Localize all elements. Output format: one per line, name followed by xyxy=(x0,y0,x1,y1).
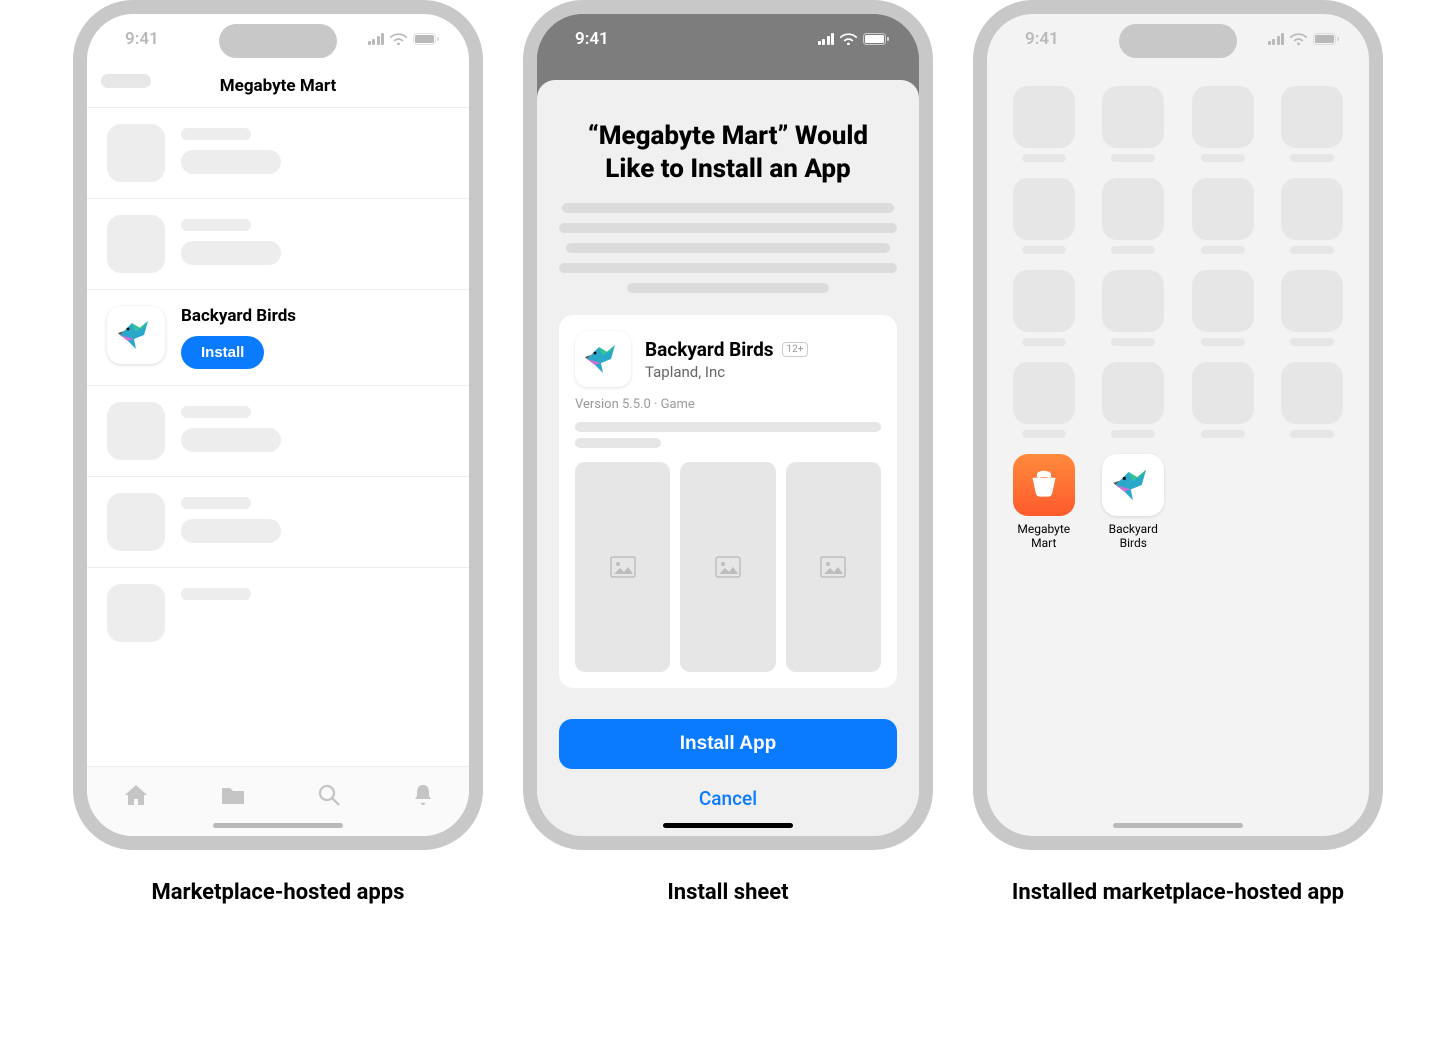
app-icon-placeholder xyxy=(107,493,165,551)
status-bar: 9:41 xyxy=(537,14,919,64)
app-placeholder[interactable] xyxy=(1274,178,1352,254)
app-label: Megabyte Mart xyxy=(1005,522,1083,551)
status-time: 9:41 xyxy=(575,29,609,49)
phone-marketplace: 9:41 Megabyte Mart xyxy=(73,0,483,850)
app-placeholder[interactable] xyxy=(1184,270,1262,346)
install-app-button[interactable]: Install App xyxy=(559,719,897,769)
home-screen-grid: Megabyte Mart Backyard Birds xyxy=(987,64,1369,551)
status-time: 9:41 xyxy=(125,29,159,49)
caption-install-sheet: Install sheet xyxy=(667,880,788,905)
home-indicator[interactable] xyxy=(213,823,343,828)
caption-installed: Installed marketplace-hosted app xyxy=(1012,880,1344,905)
app-placeholder[interactable] xyxy=(1095,178,1173,254)
backyard-birds-icon xyxy=(1102,454,1164,516)
app-icon-placeholder xyxy=(107,124,165,182)
age-rating-badge: 12+ xyxy=(782,342,809,357)
wifi-icon xyxy=(390,33,407,45)
screenshots-row[interactable] xyxy=(575,462,881,672)
page-title: Megabyte Mart xyxy=(220,76,336,96)
app-placeholder[interactable] xyxy=(1095,270,1173,346)
cellular-icon xyxy=(1268,33,1285,45)
phone-install-sheet: 9:41 “Megabyte Mart” Would Like to Insta… xyxy=(523,0,933,850)
tab-search-icon[interactable] xyxy=(317,783,341,811)
developer-label: Tapland, Inc xyxy=(645,363,808,381)
app-card: Backyard Birds 12+ Tapland, Inc Version … xyxy=(559,315,897,688)
version-category-label: Version 5.5.0 · Game xyxy=(575,397,881,412)
app-name-label: Backyard Birds xyxy=(181,306,449,326)
list-item[interactable] xyxy=(87,199,469,290)
install-sheet: “Megabyte Mart” Would Like to Install an… xyxy=(537,80,919,836)
navigation-bar: Megabyte Mart xyxy=(87,64,469,108)
app-icon-placeholder xyxy=(107,215,165,273)
app-list: Backyard Birds Install xyxy=(87,108,469,658)
description-placeholder xyxy=(559,203,897,293)
app-icon-placeholder xyxy=(107,402,165,460)
app-megabyte-mart[interactable]: Megabyte Mart xyxy=(1005,454,1083,551)
wifi-icon xyxy=(1290,33,1307,45)
caption-marketplace: Marketplace-hosted apps xyxy=(152,880,405,905)
tab-bell-icon[interactable] xyxy=(412,783,434,811)
battery-icon xyxy=(863,33,889,45)
home-indicator[interactable] xyxy=(663,823,793,828)
megabyte-mart-icon xyxy=(1013,454,1075,516)
list-item[interactable] xyxy=(87,568,469,658)
sheet-title: “Megabyte Mart” Would Like to Install an… xyxy=(567,120,889,185)
status-bar: 9:41 xyxy=(987,14,1369,64)
install-button[interactable]: Install xyxy=(181,336,264,369)
app-placeholder[interactable] xyxy=(1095,362,1173,438)
app-backyard-birds[interactable]: Backyard Birds xyxy=(1095,454,1173,551)
screenshot-placeholder[interactable] xyxy=(680,462,775,672)
cellular-icon xyxy=(368,33,385,45)
list-item-backyard-birds[interactable]: Backyard Birds Install xyxy=(87,290,469,386)
app-placeholder[interactable] xyxy=(1005,362,1083,438)
app-placeholder[interactable] xyxy=(1274,270,1352,346)
screenshot-placeholder[interactable] xyxy=(575,462,670,672)
back-button-placeholder[interactable] xyxy=(101,74,151,88)
home-indicator[interactable] xyxy=(1113,823,1243,828)
app-placeholder[interactable] xyxy=(1274,362,1352,438)
app-icon-backyard-birds xyxy=(107,306,165,364)
app-placeholder[interactable] xyxy=(1184,178,1262,254)
tab-folder-icon[interactable] xyxy=(220,784,246,810)
app-icon-backyard-birds xyxy=(575,331,631,387)
battery-icon xyxy=(413,33,439,45)
app-placeholder[interactable] xyxy=(1005,86,1083,162)
list-item[interactable] xyxy=(87,108,469,199)
tab-home-icon[interactable] xyxy=(123,783,149,811)
list-item[interactable] xyxy=(87,477,469,568)
app-placeholder[interactable] xyxy=(1184,86,1262,162)
battery-icon xyxy=(1313,33,1339,45)
status-bar: 9:41 xyxy=(87,14,469,64)
app-icon-placeholder xyxy=(107,584,165,642)
app-label: Backyard Birds xyxy=(1095,522,1173,551)
app-placeholder[interactable] xyxy=(1095,86,1173,162)
app-placeholder[interactable] xyxy=(1274,86,1352,162)
app-placeholder[interactable] xyxy=(1184,362,1262,438)
cancel-button[interactable]: Cancel xyxy=(559,787,897,810)
phone-home-screen: 9:41 xyxy=(973,0,1383,850)
app-placeholder[interactable] xyxy=(1005,270,1083,346)
status-time: 9:41 xyxy=(1025,29,1059,49)
list-item[interactable] xyxy=(87,386,469,477)
app-name-label: Backyard Birds xyxy=(645,338,774,361)
screenshot-placeholder[interactable] xyxy=(786,462,881,672)
app-placeholder[interactable] xyxy=(1005,178,1083,254)
wifi-icon xyxy=(840,33,857,45)
cellular-icon xyxy=(818,33,835,45)
